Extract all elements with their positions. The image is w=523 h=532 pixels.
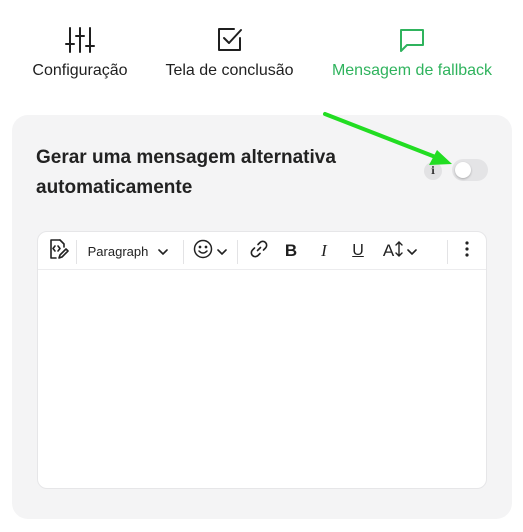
auto-message-toggle[interactable] [452,159,488,181]
link-button[interactable] [244,232,274,270]
tab-mensagem-de-fallback[interactable]: Mensagem de fallback [327,24,497,80]
tab-bar: Configuração Tela de conclusão Mensagem … [0,0,523,100]
toolbar-divider [183,240,184,264]
bold-button[interactable]: B [276,232,306,270]
chevron-down-icon [407,242,417,260]
text-size-button[interactable]: A [378,232,422,270]
toolbar-divider [76,240,77,264]
link-icon [250,240,268,263]
panel-title: Gerar uma mensagem alternativa automatic… [36,147,336,198]
editor-content-area[interactable] [38,270,486,488]
toggle-knob [455,162,471,178]
editor-toolbar: Paragraph B I U A [38,232,486,270]
kebab-menu-icon [465,240,469,262]
edit-source-icon [47,238,69,265]
paragraph-label: Paragraph [87,243,149,259]
tab-label: Mensagem de fallback [331,62,493,79]
toolbar-divider [237,240,238,264]
italic-button[interactable]: I [309,232,339,270]
more-options-button[interactable] [454,232,480,270]
text-size-label: A [382,241,395,260]
sliders-icon [64,24,96,56]
tab-label: Tela de conclusão [165,62,294,79]
rich-text-editor: Paragraph B I U A [37,231,487,489]
tab-tela-de-conclusao[interactable]: Tela de conclusão [161,24,298,80]
emoji-button[interactable] [188,232,232,270]
fallback-panel: Gerar uma mensagem alternativa automatic… [12,115,512,519]
underline-button[interactable]: U [343,232,373,270]
tab-configuracao[interactable]: Configuração [28,24,132,80]
checkbox-icon [214,24,246,56]
edit-source-button[interactable] [42,232,74,270]
paragraph-select[interactable]: Paragraph [82,232,174,270]
tab-label: Configuração [32,62,128,79]
chevron-down-icon [217,242,227,260]
info-icon[interactable]: i [424,162,442,180]
chevron-down-icon [158,242,169,260]
text-height-icon [395,240,403,262]
toolbar-divider [447,240,448,264]
chat-bubble-icon [396,24,428,56]
smiley-icon [193,239,213,264]
